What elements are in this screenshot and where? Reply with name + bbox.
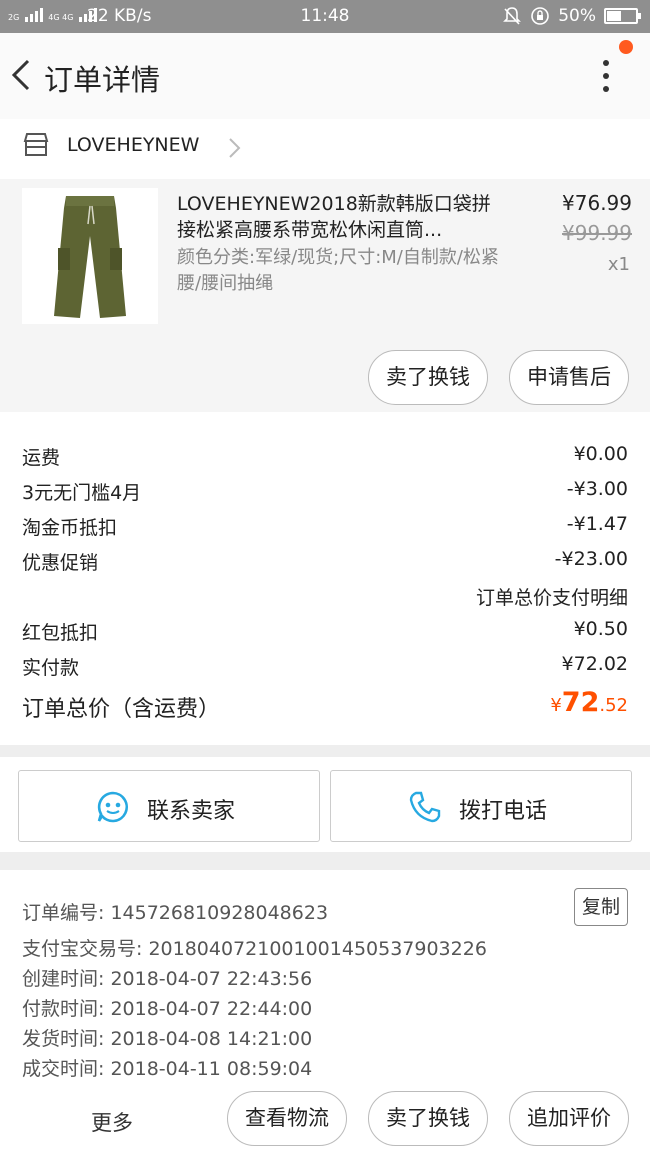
- fee-row: 3元无门槛4月 -¥3.00: [22, 478, 628, 508]
- completed-time: 成交时间: 2018-04-11 08:59:04: [22, 1058, 313, 1080]
- payment-detail-row[interactable]: 订单总价支付明细: [22, 583, 628, 613]
- view-logistics-button[interactable]: 查看物流: [227, 1091, 347, 1146]
- fee-value: ¥0.50: [573, 618, 628, 640]
- fee-summary: 运费 ¥0.00 3元无门槛4月 -¥3.00 淘金币抵扣 -¥1.47 优惠促…: [0, 412, 650, 745]
- copy-button[interactable]: 复制: [574, 888, 628, 926]
- fee-label: 优惠促销: [22, 552, 99, 574]
- total-integer: 72: [561, 687, 600, 718]
- paid-time: 付款时间: 2018-04-07 22:44:00: [22, 998, 313, 1020]
- call-phone-button[interactable]: 拨打电话: [330, 770, 632, 842]
- contact-section: 联系卖家 拨打电话: [0, 757, 650, 852]
- fee-value: ¥0.00: [573, 443, 628, 465]
- fee-label: 实付款: [22, 657, 80, 679]
- shipped-time: 发货时间: 2018-04-08 14:21:00: [22, 1028, 313, 1050]
- order-item[interactable]: LOVEHEYNEW2018新款韩版口袋拼接松紧高腰系带宽松休闲直筒... 颜色…: [0, 179, 650, 412]
- product-thumbnail[interactable]: [22, 188, 158, 324]
- fee-label: 运费: [22, 447, 61, 469]
- order-number: 订单编号: 145726810928048623: [22, 902, 329, 924]
- fee-label: 淘金币抵扣: [22, 517, 118, 539]
- fee-row: 实付款 ¥72.02: [22, 653, 628, 683]
- call-phone-label: 拨打电话: [459, 799, 548, 824]
- sell-for-cash-button[interactable]: 卖了换钱: [368, 350, 488, 405]
- payment-detail-link[interactable]: 订单总价支付明细: [476, 583, 628, 610]
- fee-row: 红包抵扣 ¥0.50: [22, 618, 628, 648]
- order-info: 订单编号: 145726810928048623 复制 支付宝交易号: 2018…: [0, 870, 650, 1085]
- bottom-action-bar: 更多 查看物流 卖了换钱 追加评价: [0, 1085, 650, 1155]
- after-sale-button[interactable]: 申请售后: [509, 350, 629, 405]
- nav-bar: 订单详情: [0, 33, 650, 119]
- total-label: 订单总价（含运费）: [22, 697, 221, 722]
- total-decimal: .52: [599, 695, 628, 716]
- back-arrow-icon[interactable]: [6, 55, 36, 95]
- created-time: 创建时间: 2018-04-07 22:43:56: [22, 968, 313, 990]
- notification-dot: [619, 40, 633, 54]
- pants-product-image: [54, 196, 126, 318]
- fee-value: -¥3.00: [566, 478, 628, 500]
- shop-icon: [23, 133, 49, 156]
- fee-row: 优惠促销 -¥23.00: [22, 548, 628, 578]
- chevron-right-icon: [229, 138, 241, 158]
- contact-seller-label: 联系卖家: [147, 799, 236, 824]
- more-vertical-icon[interactable]: [596, 57, 616, 97]
- fee-value: ¥72.02: [561, 653, 628, 675]
- total-price: ¥72.52: [550, 687, 628, 718]
- total-currency: ¥: [550, 695, 562, 716]
- contact-seller-button[interactable]: 联系卖家: [18, 770, 320, 842]
- chat-bubble-icon: [97, 791, 129, 823]
- total-row: 订单总价（含运费） ¥72.52: [22, 687, 628, 727]
- rotation-lock-icon: [531, 7, 550, 25]
- phone-icon: [409, 791, 441, 823]
- fee-label: 3元无门槛4月: [22, 482, 142, 504]
- product-title[interactable]: LOVEHEYNEW2018新款韩版口袋拼接松紧高腰系带宽松休闲直筒...: [177, 191, 507, 243]
- fee-row: 淘金币抵扣 -¥1.47: [22, 513, 628, 543]
- status-right: 50%: [502, 6, 641, 26]
- shop-name[interactable]: LOVEHEYNEW: [67, 134, 199, 156]
- original-price: ¥99.99: [562, 221, 632, 245]
- mute-bell-icon: [503, 7, 522, 25]
- fee-row: 运费 ¥0.00: [22, 443, 628, 473]
- sell-for-cash-button[interactable]: 卖了换钱: [368, 1091, 488, 1146]
- more-button[interactable]: 更多: [91, 1107, 133, 1137]
- shop-header[interactable]: LOVEHEYNEW: [0, 119, 650, 179]
- alipay-trade-number: 支付宝交易号: 2018040721001001450537903226: [22, 938, 487, 960]
- product-price: ¥76.99: [562, 191, 632, 215]
- fee-value: -¥1.47: [566, 513, 628, 535]
- product-spec: 颜色分类:军绿/现货;尺寸:M/自制款/松紧腰/腰间抽绳: [177, 247, 499, 294]
- add-review-button[interactable]: 追加评价: [509, 1091, 629, 1146]
- status-bar: 2G 4G 4G 22 KB/s 11:48 50%: [0, 0, 650, 33]
- page-title: 订单详情: [44, 63, 161, 97]
- fee-label: 红包抵扣: [22, 622, 99, 644]
- battery-percent: 50%: [558, 6, 596, 26]
- battery-fill: [607, 11, 621, 21]
- battery-icon: [604, 8, 641, 24]
- product-quantity: x1: [607, 254, 630, 275]
- fee-value: -¥23.00: [554, 548, 628, 570]
